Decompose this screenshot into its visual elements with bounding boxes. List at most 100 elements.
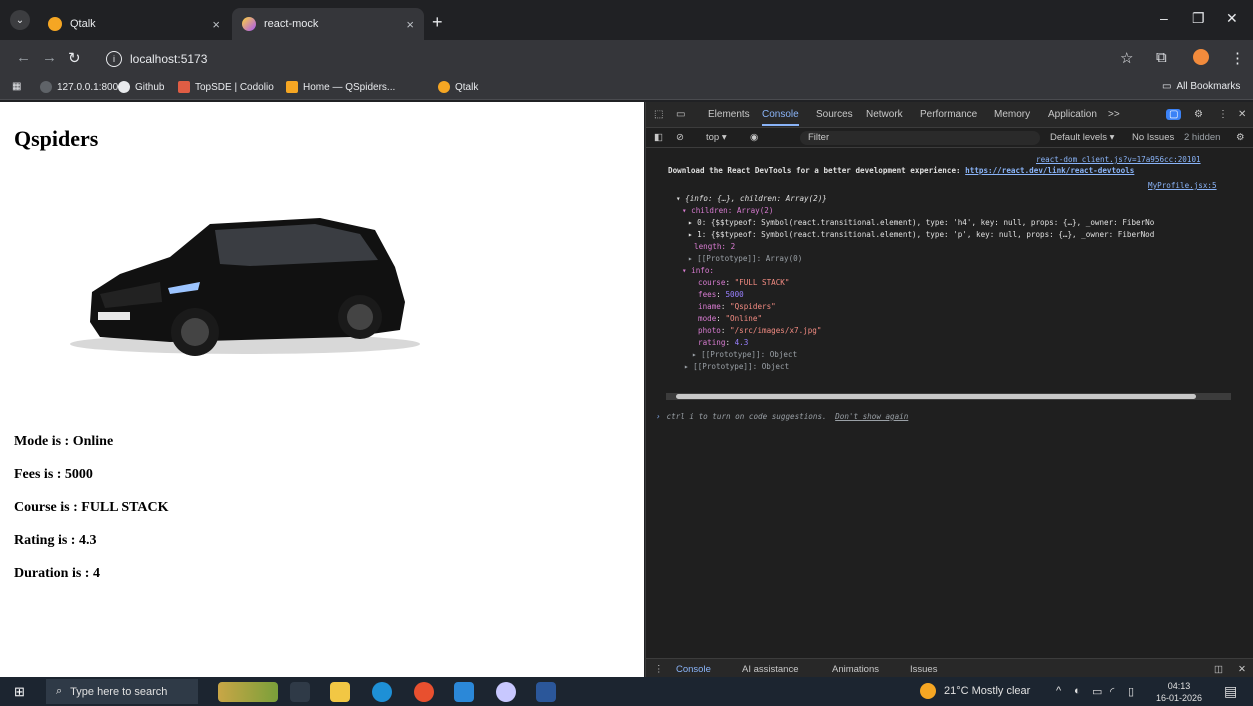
- info-iname: iname: "Qspiders": [698, 302, 776, 311]
- all-bookmarks[interactable]: ▭ All Bookmarks: [1162, 81, 1240, 92]
- devtools-link[interactable]: https://react.dev/link/react-devtools: [965, 166, 1134, 175]
- word-icon[interactable]: [536, 682, 556, 702]
- prototype-object[interactable]: ▸ [[Prototype]]: Object: [684, 362, 789, 371]
- vscode-icon[interactable]: [454, 682, 474, 702]
- address-bar[interactable]: i localhost:5173: [106, 46, 1146, 72]
- drawer-dock-icon[interactable]: ◫: [1214, 664, 1223, 675]
- file-explorer-icon[interactable]: [330, 682, 350, 702]
- new-tab-button[interactable]: +: [432, 12, 443, 33]
- vite-favicon-icon: [242, 17, 256, 31]
- menu-icon[interactable]: ⋮: [1230, 49, 1245, 67]
- taskbar: ⊞ ⌕ Type here to search 21°C Mostly clea…: [0, 677, 1253, 706]
- minimize-icon[interactable]: –: [1160, 10, 1168, 26]
- wifi-icon[interactable]: ◜: [1110, 685, 1114, 698]
- tray-chevron-icon[interactable]: ^: [1056, 685, 1061, 697]
- info-value: "/src/images/x7.jpg": [730, 326, 822, 335]
- extensions-icon[interactable]: ⧉: [1156, 49, 1167, 66]
- prototype-array[interactable]: ▸ [[Prototype]]: Array(0): [688, 254, 802, 263]
- app-icon[interactable]: [496, 682, 516, 702]
- windows-start-icon[interactable]: ⊞: [14, 684, 25, 700]
- console-settings-icon[interactable]: ⚙: [1236, 132, 1245, 143]
- weather-text[interactable]: 21°C Mostly clear: [944, 685, 1030, 697]
- chrome-icon[interactable]: [414, 682, 434, 702]
- tab-close-icon[interactable]: ×: [406, 17, 414, 32]
- scrollbar-thumb[interactable]: [676, 394, 1196, 399]
- weather-icon[interactable]: [920, 683, 936, 699]
- live-expression-icon[interactable]: ◉: [750, 132, 758, 143]
- network-icon[interactable]: ◐: [1074, 685, 1081, 697]
- prototype-object[interactable]: ▸ [[Prototype]]: Object: [692, 350, 797, 359]
- info-key-name: rating: [698, 338, 726, 347]
- task-view-icon[interactable]: [290, 682, 310, 702]
- battery-icon[interactable]: ▭: [1092, 685, 1102, 698]
- device-toolbar-icon[interactable]: ▭: [676, 109, 685, 120]
- console-prompt[interactable]: › ctrl i to turn on code suggestions. Don…: [656, 412, 908, 421]
- tab-network[interactable]: Network: [866, 109, 903, 120]
- reload-icon[interactable]: ↻: [68, 49, 81, 67]
- bookmark-qtalk[interactable]: Qtalk: [438, 81, 478, 93]
- dont-show-again-link[interactable]: Don't show again: [835, 412, 908, 421]
- context-select[interactable]: top ▾: [706, 132, 727, 143]
- tab-elements[interactable]: Elements: [708, 109, 750, 120]
- child-0[interactable]: ▸ 0: {$$typeof: Symbol(react.transitiona…: [688, 218, 1154, 227]
- object-summary[interactable]: ▾ {info: {…}, children: Array(2)}: [676, 194, 827, 203]
- profile-avatar[interactable]: [1193, 49, 1209, 65]
- issues-link[interactable]: No Issues: [1132, 132, 1174, 143]
- close-window-icon[interactable]: ✕: [1226, 10, 1238, 27]
- drawer-tab-console[interactable]: Console: [676, 664, 711, 675]
- search-highlight-icon[interactable]: [218, 682, 278, 702]
- speaker-icon[interactable]: ▯: [1128, 685, 1134, 698]
- edge-icon[interactable]: [372, 682, 392, 702]
- filter-input[interactable]: Filter: [800, 131, 1040, 145]
- tab-qtalk[interactable]: Qtalk ×: [38, 8, 230, 40]
- drawer-tab-animations[interactable]: Animations: [832, 664, 879, 675]
- info-value: "Online": [725, 314, 763, 323]
- drawer-tab-issues[interactable]: Issues: [910, 664, 937, 675]
- inspect-icon[interactable]: ⬚: [654, 109, 663, 120]
- search-icon: ⌕: [56, 685, 63, 697]
- site-info-icon[interactable]: i: [106, 51, 122, 67]
- settings-gear-icon[interactable]: ⚙: [1194, 109, 1203, 120]
- drawer-close-icon[interactable]: ✕: [1238, 664, 1246, 675]
- tab-close-icon[interactable]: ×: [212, 17, 220, 32]
- more-tabs-icon[interactable]: >>: [1108, 109, 1120, 120]
- tab-memory[interactable]: Memory: [994, 109, 1030, 120]
- tab-search-button[interactable]: ⌄: [10, 10, 30, 30]
- bookmark-label: Qtalk: [455, 81, 479, 93]
- clear-console-icon[interactable]: ⊘: [676, 132, 684, 143]
- bookmark-localhost[interactable]: 127.0.0.1:8000: [40, 81, 124, 93]
- source-link[interactable]: MyProfile.jsx:5: [1148, 181, 1217, 190]
- info-key[interactable]: ▾ info:: [682, 266, 714, 275]
- back-icon[interactable]: ←: [16, 49, 31, 66]
- issues-badge-icon[interactable]: ▢: [1166, 109, 1182, 120]
- close-devtools-icon[interactable]: ✕: [1238, 109, 1246, 120]
- child-1[interactable]: ▸ 1: {$$typeof: Symbol(react.transitiona…: [688, 230, 1154, 239]
- log-levels-select[interactable]: Default levels ▾: [1050, 132, 1114, 143]
- bookmark-topsde[interactable]: TopSDE | Codolio: [178, 81, 274, 93]
- tab-performance[interactable]: Performance: [920, 109, 977, 120]
- tab-sources[interactable]: Sources: [816, 109, 853, 120]
- source-link[interactable]: react-dom_client.js?v=17a956cc:20101: [1036, 155, 1201, 164]
- course-line: Course is : FULL STACK: [14, 500, 169, 515]
- drawer-tab-ai[interactable]: AI assistance: [742, 664, 799, 675]
- info-photo: photo: "/src/images/x7.jpg": [698, 326, 822, 335]
- sidebar-toggle-icon[interactable]: ◧: [654, 132, 663, 143]
- bookmark-github[interactable]: Github: [118, 81, 164, 93]
- forward-icon[interactable]: →: [42, 49, 57, 66]
- taskbar-search[interactable]: ⌕ Type here to search: [46, 679, 198, 704]
- system-clock[interactable]: 04:13 16-01-2026: [1156, 680, 1202, 704]
- maximize-icon[interactable]: ❐: [1192, 10, 1205, 27]
- apps-icon[interactable]: ▦: [12, 81, 21, 92]
- tab-react-mock[interactable]: react-mock ×: [232, 8, 424, 40]
- devtools-menu-icon[interactable]: ⋮: [1218, 109, 1228, 120]
- tab-application[interactable]: Application: [1048, 109, 1097, 120]
- horizontal-scrollbar[interactable]: [666, 393, 1231, 400]
- drawer-menu-icon[interactable]: ⋮: [654, 664, 664, 675]
- notification-icon[interactable]: ▤: [1224, 683, 1237, 700]
- info-key-name: fees: [698, 290, 717, 299]
- children-key[interactable]: ▾ children: Array(2): [682, 206, 773, 215]
- bookmark-star-icon[interactable]: ☆: [1120, 49, 1133, 67]
- tab-console[interactable]: Console: [762, 109, 799, 126]
- url-text: localhost:5173: [130, 52, 208, 66]
- bookmark-qspiders[interactable]: Home — QSpiders...: [286, 81, 395, 93]
